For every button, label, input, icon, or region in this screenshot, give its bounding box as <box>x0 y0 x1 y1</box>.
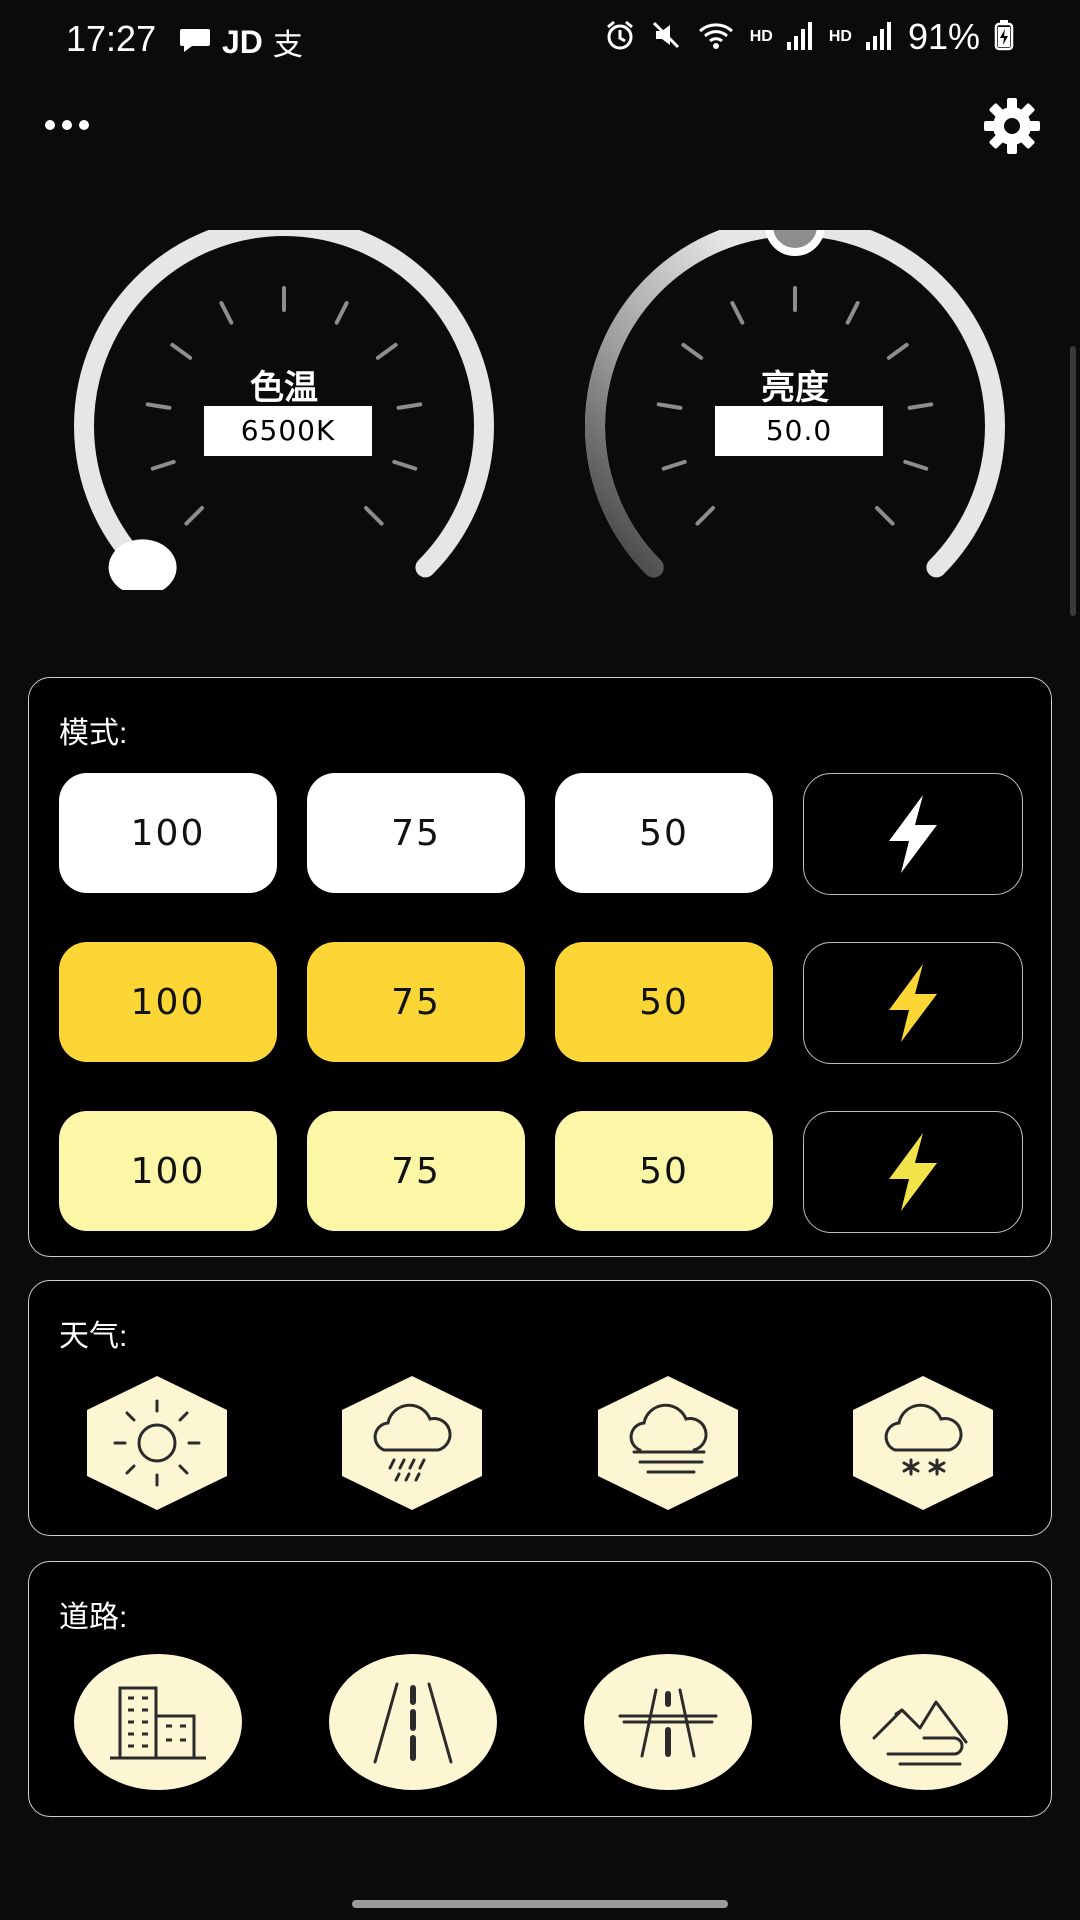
brightness-gauge[interactable]: 亮度 50.0 <box>575 196 1015 590</box>
alipay-icon: 支 <box>272 29 303 62</box>
weather-rain-button[interactable] <box>338 1374 486 1512</box>
snow-icon <box>853 1376 993 1510</box>
color-temp-title: 色温 <box>250 369 318 407</box>
mode-panel: 模式: 100 75 50 100 75 50 100 75 50 <box>28 677 1052 1257</box>
mode-white-100-button[interactable]: 100 <box>59 773 277 893</box>
chat-bubble-icon <box>178 25 212 60</box>
weather-fog-button[interactable] <box>594 1374 742 1512</box>
status-right-icons: HD HD 91% <box>604 16 1014 58</box>
gauge-tick <box>334 301 349 325</box>
gauge-tick <box>681 342 704 360</box>
jd-app-icon: JD <box>222 23 263 60</box>
gauge-tick <box>886 342 909 360</box>
gauge-tick <box>845 301 860 325</box>
more-dots-icon <box>45 120 89 130</box>
mode-pale-50-button[interactable]: 50 <box>555 1111 773 1231</box>
mode-pale-75-button[interactable]: 75 <box>307 1111 525 1231</box>
rain-icon <box>342 1376 482 1510</box>
road-panel: 道路: <box>28 1561 1052 1817</box>
mode-white-flash-button[interactable] <box>803 773 1023 895</box>
city-buildings-icon <box>110 1686 206 1760</box>
wifi-icon <box>696 19 736 56</box>
edge-scroll-handle[interactable] <box>1070 346 1076 616</box>
mode-white-75-button[interactable]: 75 <box>307 773 525 893</box>
settings-button[interactable] <box>982 96 1042 156</box>
weather-snow-button[interactable] <box>849 1374 997 1512</box>
gauge-tick <box>375 342 398 360</box>
status-time: 17:27 <box>66 18 157 59</box>
fog-icon <box>598 1376 738 1510</box>
mode-yellow-100-button[interactable]: 100 <box>59 942 277 1062</box>
status-bar: 17:27 JD 支 HD HD 91% <box>0 0 1080 80</box>
brightness-knob[interactable] <box>765 196 825 256</box>
mute-icon <box>650 19 682 56</box>
battery-percent: 91% <box>907 16 980 57</box>
road-highway-button[interactable] <box>584 1654 752 1790</box>
brightness-title: 亮度 <box>761 369 829 407</box>
home-indicator[interactable] <box>352 1900 728 1908</box>
signal-icon-2 <box>865 20 894 55</box>
hd-signal-label: HD <box>749 28 773 45</box>
battery-charging-icon <box>994 19 1014 56</box>
hd-signal-label-2: HD <box>828 28 852 45</box>
highway-icon <box>618 1688 718 1758</box>
gauge-tick <box>661 459 687 471</box>
weather-panel: 天气: <box>28 1280 1052 1536</box>
brightness-value: 50.0 <box>715 406 883 456</box>
lightning-icon <box>889 964 937 1042</box>
gauge-tick <box>170 342 193 360</box>
road-panel-title: 道路: <box>59 1601 128 1634</box>
mode-yellow-50-button[interactable]: 50 <box>555 942 773 1062</box>
gauge-tick <box>184 506 204 526</box>
gear-icon <box>984 98 1040 154</box>
road-mountain-button[interactable] <box>840 1654 1008 1790</box>
gauge-tick <box>150 459 176 471</box>
mode-panel-title: 模式: <box>59 717 128 750</box>
lightning-icon <box>889 1133 937 1211</box>
weather-panel-title: 天气: <box>59 1320 128 1353</box>
more-options-button[interactable] <box>42 108 98 142</box>
mode-pale-flash-button[interactable] <box>803 1111 1023 1233</box>
alarm-icon <box>604 19 636 56</box>
mode-yellow-flash-button[interactable] <box>803 942 1023 1064</box>
color-temp-value: 6500K <box>204 406 372 456</box>
road-city-button[interactable] <box>74 1654 242 1790</box>
color-temp-gauge[interactable]: 色温 6500K <box>64 216 504 596</box>
mountain-road-icon <box>872 1700 968 1766</box>
signal-icon <box>786 20 815 55</box>
sun-icon <box>87 1376 227 1510</box>
weather-sunny-button[interactable] <box>83 1374 231 1512</box>
status-left-icons: JD 支 <box>178 20 303 64</box>
gauge-tick <box>903 459 929 471</box>
lightning-icon <box>889 795 937 873</box>
gauge-tick <box>364 506 384 526</box>
gauge-tick <box>219 301 234 325</box>
road-icon <box>373 1682 453 1764</box>
gauge-tick <box>875 506 895 526</box>
road-street-button[interactable] <box>329 1654 497 1790</box>
mode-pale-100-button[interactable]: 100 <box>59 1111 277 1231</box>
mode-yellow-75-button[interactable]: 75 <box>307 942 525 1062</box>
gauge-tick <box>695 506 715 526</box>
mode-white-50-button[interactable]: 50 <box>555 773 773 893</box>
gauge-tick <box>730 301 745 325</box>
gauge-tick <box>392 459 418 471</box>
